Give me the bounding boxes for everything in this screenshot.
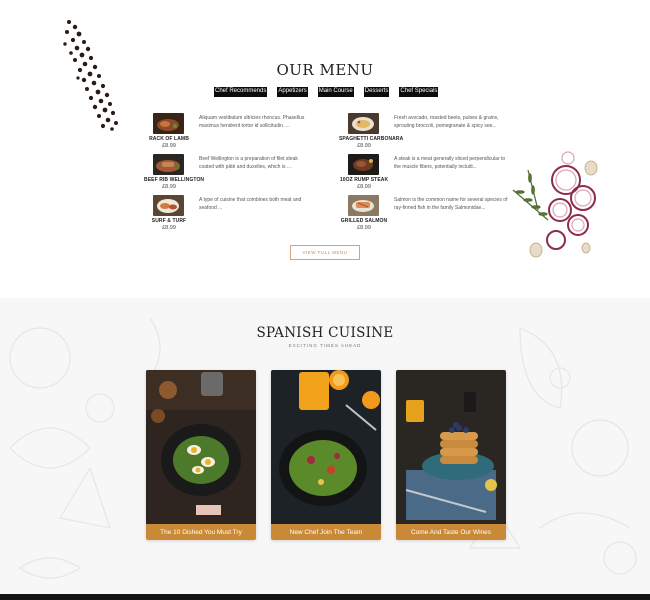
dish-description: Fresh avocado, roasted beets, pulses & g… [394, 115, 499, 129]
menu-item[interactable]: BEEF RIB WELLINGTON £8.99 Beef Wellingto… [144, 154, 344, 190]
dish-description: Beef Wellington is a preparation of file… [199, 156, 298, 170]
dish-photo [348, 154, 379, 175]
dish-photo [348, 195, 379, 216]
blog-card[interactable]: Come And Taste Our Wines [396, 370, 506, 540]
menu-item[interactable]: 10OZ RUMP STEAK £8.99 A steak is a meat … [339, 154, 539, 190]
dish-price: £8.99 [357, 143, 371, 149]
dish-description: A type of cuisine that combines both mea… [199, 197, 302, 211]
dish-description: Salmon is the common name for several sp… [394, 197, 508, 211]
tab-desserts[interactable]: Desserts [363, 87, 390, 97]
menu-item[interactable]: RACK OF LAMB £8.99 Aliquam vestibulum ul… [144, 113, 344, 149]
blog-card[interactable]: The 10 Dished You Must Try [146, 370, 256, 540]
dish-name: GRILLED SALMON [340, 218, 388, 224]
pancakes-photo [396, 370, 506, 524]
dish-price: £8.99 [357, 225, 371, 231]
blog-card[interactable]: New Chef Join The Team [271, 370, 381, 540]
spanish-cuisine-section: SPANISH CUISINE EXCITING TIMES AHEAD The… [0, 298, 650, 594]
menu-title: OUR MENU [276, 61, 374, 79]
dish-price: £8.99 [357, 184, 371, 190]
dish-description: Aliquam vestibulum ultricies rhoncus. Ph… [199, 115, 305, 129]
dish-price: £8.99 [162, 225, 176, 231]
dish-photo [153, 195, 184, 216]
dish-name: SURF & TURF [151, 218, 187, 224]
card-caption[interactable]: Come And Taste Our Wines [396, 524, 506, 540]
tab-appetizers[interactable]: Appetizers [277, 87, 308, 97]
dish-photo [348, 113, 379, 134]
tab-main-course[interactable]: Main Course [317, 87, 354, 97]
card-caption[interactable]: The 10 Dished You Must Try [146, 524, 256, 540]
dish-photo [153, 154, 184, 175]
dish-name: SPAGHETTI CARBONARA [339, 136, 404, 142]
section-title: SPANISH CUISINE [256, 325, 394, 341]
egg-salad-photo [146, 370, 256, 524]
menu-section: OUR MENU Chef Recommends Appetizers Main… [0, 0, 650, 298]
dish-description: A steak is a meat generally sliced perpe… [394, 156, 506, 170]
dish-price: £8.99 [162, 143, 176, 149]
card-caption[interactable]: New Chef Join The Team [271, 524, 381, 540]
dish-name: BEEF RIB WELLINGTON [144, 177, 205, 183]
dish-name: 10OZ RUMP STEAK [339, 177, 389, 183]
menu-item[interactable]: SPAGHETTI CARBONARA £8.99 Fresh avocado,… [339, 113, 539, 149]
tab-chef-recommends[interactable]: Chef Recommends [214, 87, 268, 97]
section-subtitle: EXCITING TIMES AHEAD [288, 343, 362, 348]
menu-item[interactable]: GRILLED SALMON £8.99 Salmon is the commo… [339, 195, 539, 231]
footer-bar [0, 594, 650, 600]
menu-item[interactable]: SURF & TURF £8.99 A type of cuisine that… [144, 195, 344, 231]
view-full-menu-button[interactable]: VIEW FULL MENU [290, 245, 360, 260]
tab-chef-specials[interactable]: Chef Specials [399, 87, 439, 97]
menu-tabs: Chef Recommends Appetizers Main Course D… [214, 87, 439, 97]
dish-price: £8.99 [162, 184, 176, 190]
salad-orange-juice-photo [271, 370, 381, 524]
dish-name: RACK OF LAMB [149, 136, 189, 142]
dish-photo [153, 113, 184, 134]
